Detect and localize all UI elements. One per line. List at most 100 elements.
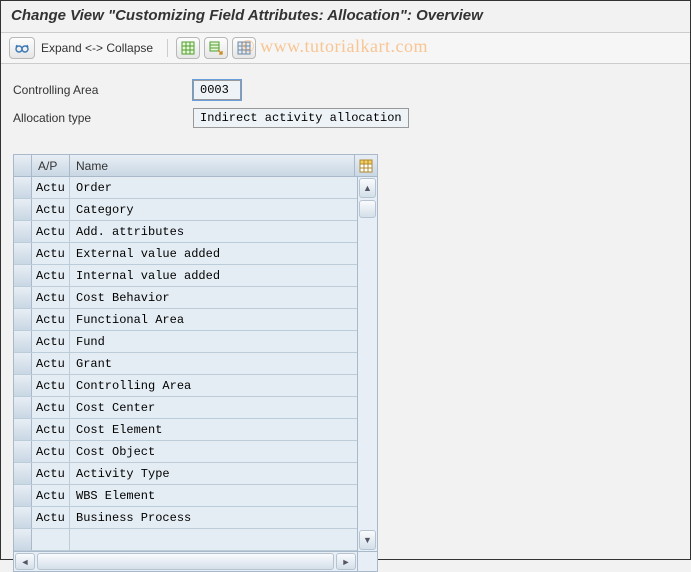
table-header: A/P Name <box>14 155 377 177</box>
cell-ap[interactable]: Actu <box>32 441 70 462</box>
header-form: Controlling Area 0003 Allocation type In… <box>1 64 690 146</box>
row-selector[interactable] <box>14 485 32 506</box>
row-selector[interactable] <box>14 199 32 220</box>
cell-name[interactable]: Controlling Area <box>70 375 357 396</box>
table-row: ActuCost Behavior <box>14 287 357 309</box>
row-selector[interactable] <box>14 507 32 528</box>
row-selector[interactable] <box>14 419 32 440</box>
cell-ap[interactable]: Actu <box>32 397 70 418</box>
cell-ap[interactable]: Actu <box>32 507 70 528</box>
row-selector[interactable] <box>14 265 32 286</box>
cell-ap[interactable]: Actu <box>32 265 70 286</box>
row-selector[interactable] <box>14 441 32 462</box>
page-title: Change View "Customizing Field Attribute… <box>11 7 680 24</box>
new-entries-button[interactable] <box>176 37 200 59</box>
row-selector[interactable] <box>14 375 32 396</box>
table-row: ActuFunctional Area <box>14 309 357 331</box>
row-selector[interactable] <box>14 463 32 484</box>
cell-ap[interactable]: Actu <box>32 419 70 440</box>
cell-name[interactable]: Activity Type <box>70 463 357 484</box>
grid-blue-icon <box>237 41 251 55</box>
table-row: ActuExternal value added <box>14 243 357 265</box>
cell-name[interactable]: Functional Area <box>70 309 357 330</box>
table-row: ActuActivity Type <box>14 463 357 485</box>
cell-name[interactable]: Internal value added <box>70 265 357 286</box>
allocation-type-field[interactable]: Indirect activity allocation <box>193 108 409 128</box>
cell-name[interactable]: Cost Element <box>70 419 357 440</box>
cell-ap[interactable]: Actu <box>32 309 70 330</box>
toolbar-separator <box>167 39 168 57</box>
cell-name[interactable]: External value added <box>70 243 357 264</box>
cell-ap[interactable]: Actu <box>32 177 70 198</box>
select-all-handle[interactable] <box>14 155 32 176</box>
cell-ap[interactable]: Actu <box>32 485 70 506</box>
table-row: ActuCost Element <box>14 419 357 441</box>
table-row: ActuCategory <box>14 199 357 221</box>
cell-name[interactable]: Grant <box>70 353 357 374</box>
row-selector[interactable] <box>14 309 32 330</box>
cell-name[interactable]: Business Process <box>70 507 357 528</box>
scroll-up-button[interactable]: ▲ <box>359 178 376 198</box>
cell-ap[interactable]: Actu <box>32 221 70 242</box>
cell-ap[interactable]: Actu <box>32 463 70 484</box>
table-row: ActuControlling Area <box>14 375 357 397</box>
scroll-left-button[interactable]: ◄ <box>15 553 35 570</box>
scroll-thumb[interactable] <box>359 200 376 218</box>
allocation-type-label: Allocation type <box>13 111 193 125</box>
cell-name[interactable]: WBS Element <box>70 485 357 506</box>
table-row: ActuCost Center <box>14 397 357 419</box>
table-row <box>14 529 357 551</box>
horizontal-scrollbar[interactable]: ◄ ► <box>14 551 377 571</box>
cell-name[interactable]: Cost Behavior <box>70 287 357 308</box>
controlling-area-field[interactable]: 0003 <box>193 80 241 100</box>
hscroll-thumb[interactable] <box>37 553 334 570</box>
cell-ap[interactable]: Actu <box>32 375 70 396</box>
table-row: ActuInternal value added <box>14 265 357 287</box>
scroll-right-button[interactable]: ► <box>336 553 356 570</box>
scroll-corner <box>357 552 377 571</box>
cell-name[interactable]: Cost Object <box>70 441 357 462</box>
cell-name[interactable]: Category <box>70 199 357 220</box>
select-all-button[interactable] <box>232 37 256 59</box>
row-selector[interactable] <box>14 529 32 550</box>
cell-ap[interactable]: Actu <box>32 199 70 220</box>
table-row: ActuBusiness Process <box>14 507 357 529</box>
table-row: ActuGrant <box>14 353 357 375</box>
row-selector[interactable] <box>14 353 32 374</box>
expand-collapse-button[interactable]: Expand <-> Collapse <box>39 41 159 55</box>
row-selector[interactable] <box>14 177 32 198</box>
column-header-name[interactable]: Name <box>70 155 355 176</box>
cell-ap[interactable]: Actu <box>32 353 70 374</box>
cell-name[interactable]: Fund <box>70 331 357 352</box>
cell-ap[interactable] <box>32 529 70 550</box>
column-header-ap[interactable]: A/P <box>32 155 70 176</box>
table-config-icon <box>359 159 373 173</box>
table-settings-button[interactable] <box>355 155 377 176</box>
table-body: ActuOrderActuCategoryActuAdd. attributes… <box>14 177 357 551</box>
title-bar: Change View "Customizing Field Attribute… <box>1 1 690 33</box>
row-selector[interactable] <box>14 221 32 242</box>
other-view-button[interactable] <box>9 37 35 59</box>
cell-ap[interactable]: Actu <box>32 331 70 352</box>
attributes-table: A/P Name ActuOrderActuCategoryActuAdd. a… <box>13 154 378 572</box>
table-row: ActuWBS Element <box>14 485 357 507</box>
controlling-area-label: Controlling Area <box>13 83 193 97</box>
cell-name[interactable]: Add. attributes <box>70 221 357 242</box>
cell-name[interactable]: Order <box>70 177 357 198</box>
vertical-scrollbar[interactable]: ▲ ▼ <box>357 177 377 551</box>
row-selector[interactable] <box>14 243 32 264</box>
table-row: ActuOrder <box>14 177 357 199</box>
row-selector[interactable] <box>14 287 32 308</box>
cell-ap[interactable]: Actu <box>32 243 70 264</box>
copy-as-button[interactable] <box>204 37 228 59</box>
cell-name[interactable] <box>70 529 357 550</box>
application-toolbar: Expand <-> Collapse <box>1 33 690 64</box>
row-selector[interactable] <box>14 331 32 352</box>
row-selector[interactable] <box>14 397 32 418</box>
scroll-track[interactable] <box>359 200 376 528</box>
cell-ap[interactable]: Actu <box>32 287 70 308</box>
hscroll-track[interactable] <box>37 553 334 570</box>
cell-name[interactable]: Cost Center <box>70 397 357 418</box>
glasses-icon <box>14 40 30 56</box>
scroll-down-button[interactable]: ▼ <box>359 530 376 550</box>
